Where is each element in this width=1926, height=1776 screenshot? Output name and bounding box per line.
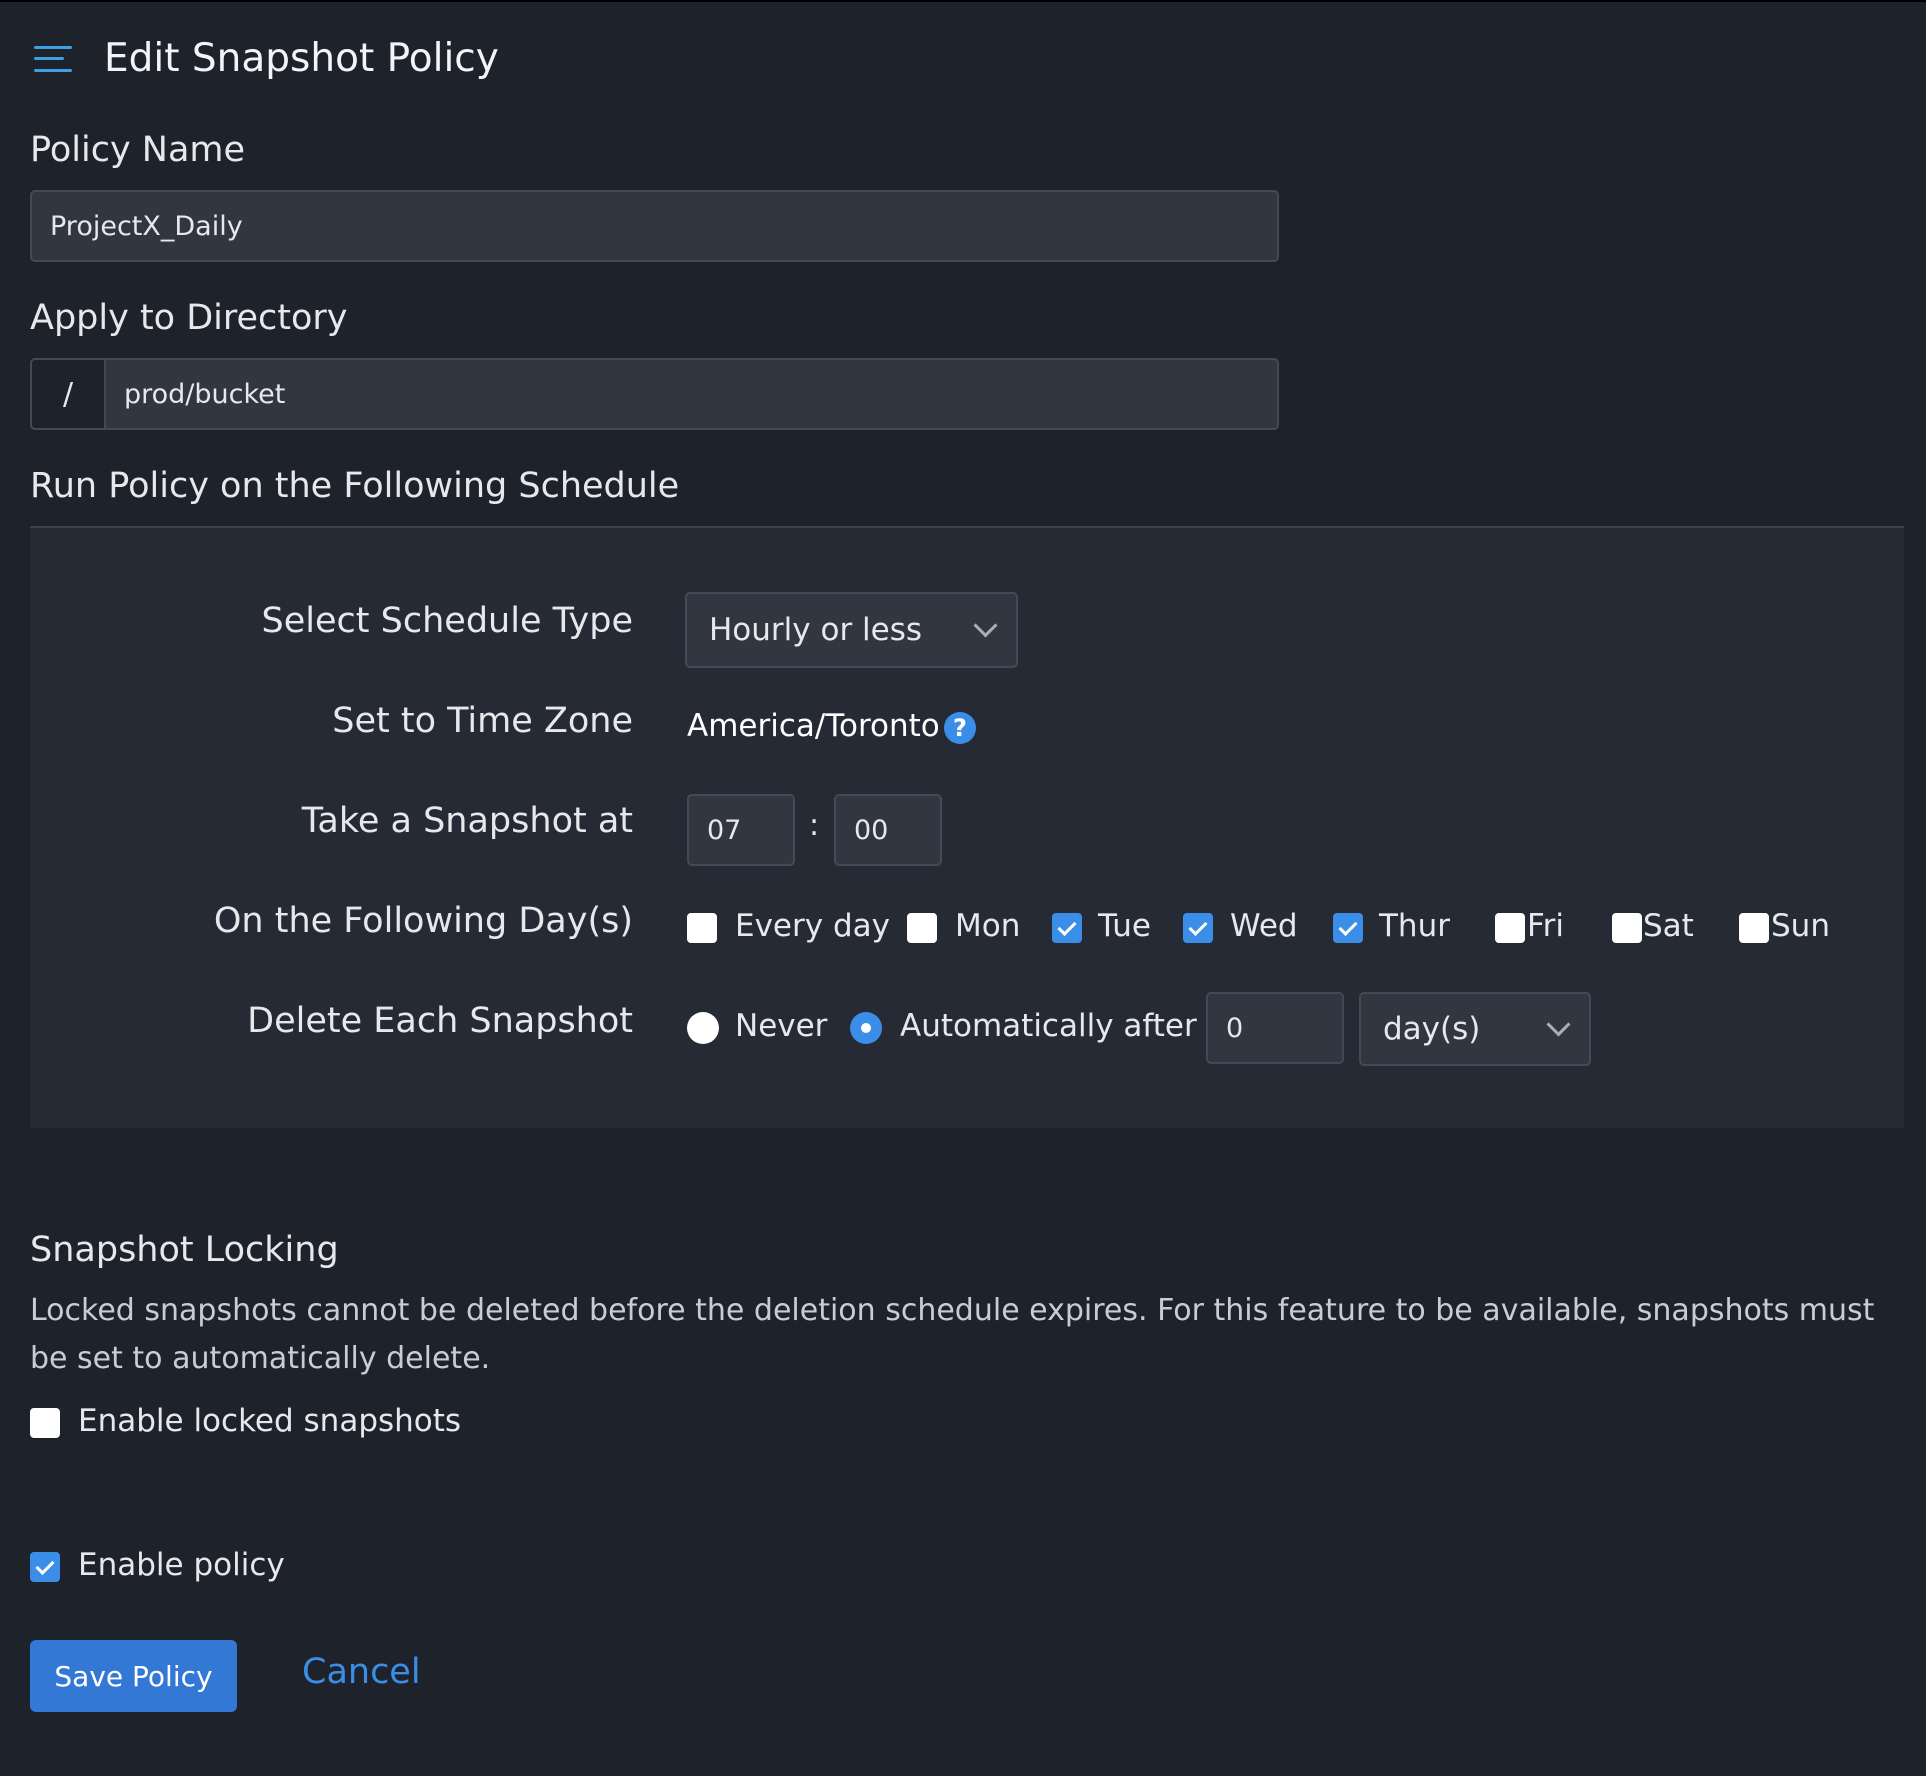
snapshot-locking-description: Locked snapshots cannot be deleted befor… — [30, 1293, 1875, 1376]
sun-label: Sun — [1771, 908, 1830, 944]
checkbox-sat[interactable] — [1612, 913, 1642, 943]
checkbox-thur[interactable] — [1333, 913, 1363, 943]
thur-label: Thur — [1379, 908, 1450, 944]
schedule-type-label: Select Schedule Type — [261, 601, 633, 641]
save-policy-button[interactable]: Save Policy — [30, 1640, 237, 1712]
checkbox-sun[interactable] — [1739, 913, 1769, 943]
every-day-label: Every day — [735, 908, 890, 944]
directory-prefix: / — [30, 358, 104, 430]
sat-label: Sat — [1643, 908, 1694, 944]
checkbox-wed[interactable] — [1183, 913, 1213, 943]
delete-after-amount-input[interactable] — [1206, 992, 1344, 1064]
timezone-label: Set to Time Zone — [332, 701, 633, 741]
schedule-heading: Run Policy on the Following Schedule — [30, 466, 680, 506]
policy-name-label: Policy Name — [30, 130, 246, 170]
question-circle-icon[interactable]: ? — [944, 712, 976, 744]
delete-unit-select[interactable]: day(s) — [1359, 992, 1591, 1066]
radio-delete-never[interactable] — [687, 1012, 719, 1044]
chevron-down-icon — [973, 612, 998, 638]
schedule-panel: Select Schedule Type Hourly or less Set … — [30, 526, 1904, 1128]
directory-input[interactable] — [104, 358, 1279, 430]
snapshot-time-label: Take a Snapshot at — [301, 801, 633, 841]
wed-label: Wed — [1230, 908, 1298, 944]
schedule-type-select[interactable]: Hourly or less — [685, 592, 1018, 668]
delete-unit-value: day(s) — [1383, 1011, 1481, 1047]
delete-never-label: Never — [735, 1008, 828, 1044]
checkbox-every-day[interactable] — [687, 913, 717, 943]
edit-snapshot-policy-page: Edit Snapshot Policy Policy Name Apply t… — [0, 0, 1926, 1776]
checkbox-enable-policy[interactable] — [30, 1552, 60, 1582]
checkbox-enable-locked-snapshots[interactable] — [30, 1408, 60, 1438]
checkbox-tue[interactable] — [1052, 913, 1082, 943]
enable-policy-label: Enable policy — [78, 1547, 285, 1583]
radio-delete-auto[interactable] — [850, 1012, 882, 1044]
days-label: On the Following Day(s) — [213, 901, 633, 941]
hour-input[interactable] — [687, 794, 795, 866]
tue-label: Tue — [1098, 908, 1151, 944]
time-separator: : — [809, 808, 820, 843]
policy-name-input[interactable] — [30, 190, 1279, 262]
minute-input[interactable] — [834, 794, 942, 866]
directory-label: Apply to Directory — [30, 298, 348, 338]
schedule-type-value: Hourly or less — [709, 612, 923, 648]
cancel-link[interactable]: Cancel — [302, 1652, 421, 1692]
delete-label: Delete Each Snapshot — [247, 1001, 633, 1041]
mon-label: Mon — [955, 908, 1021, 944]
enable-locked-snapshots-label: Enable locked snapshots — [78, 1403, 462, 1439]
directory-input-group: / — [30, 358, 1279, 430]
timezone-value: America/Toronto — [687, 708, 940, 744]
checkbox-fri[interactable] — [1495, 913, 1525, 943]
delete-auto-label: Automatically after — [900, 1008, 1197, 1044]
snapshot-locking-heading: Snapshot Locking — [30, 1230, 339, 1270]
page-header: Edit Snapshot Policy — [34, 36, 499, 81]
checkbox-mon[interactable] — [907, 913, 937, 943]
fri-label: Fri — [1527, 908, 1564, 944]
chevron-down-icon — [1546, 1011, 1571, 1037]
hamburger-menu-icon[interactable] — [34, 45, 72, 72]
page-title: Edit Snapshot Policy — [104, 36, 499, 81]
